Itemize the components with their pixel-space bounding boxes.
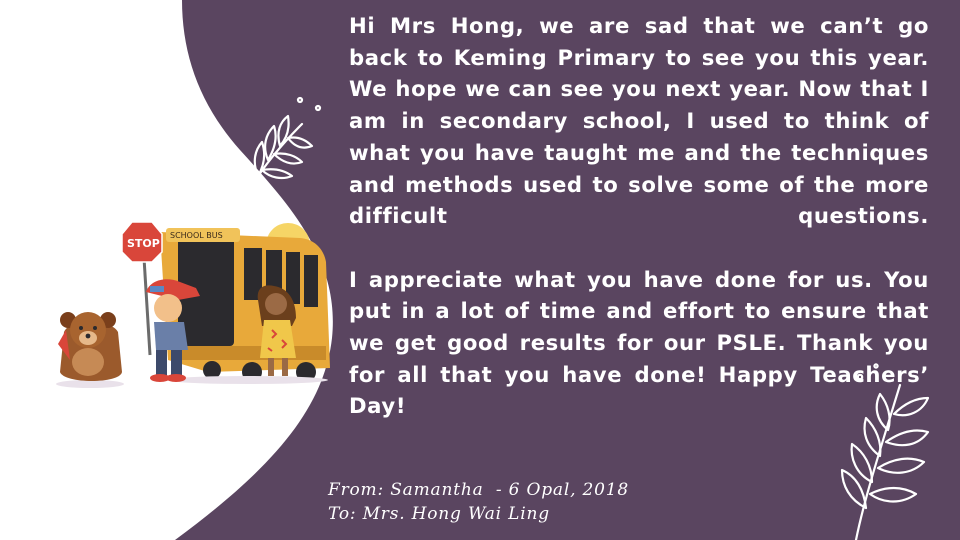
signature: From: Samantha - 6 Opal, 2018 To: Mrs. H…: [328, 478, 629, 526]
message-paragraph-2: I appreciate what you have done for us. …: [349, 266, 929, 419]
message-paragraph-1: Hi Mrs Hong, we are sad that we can’t go…: [349, 13, 929, 229]
slide: SCHOOL BUS STOP Hi Mrs Hong, we are sad …: [0, 0, 960, 540]
message-text: Hi Mrs Hong, we are sad that we can’t go…: [349, 10, 929, 422]
stop-sign-label: STOP: [127, 237, 160, 250]
bus-sign-label: SCHOOL BUS: [170, 231, 223, 240]
signature-to: To: Mrs. Hong Wai Ling: [328, 504, 550, 524]
signature-from: From: Samantha - 6 Opal, 2018: [328, 480, 629, 500]
